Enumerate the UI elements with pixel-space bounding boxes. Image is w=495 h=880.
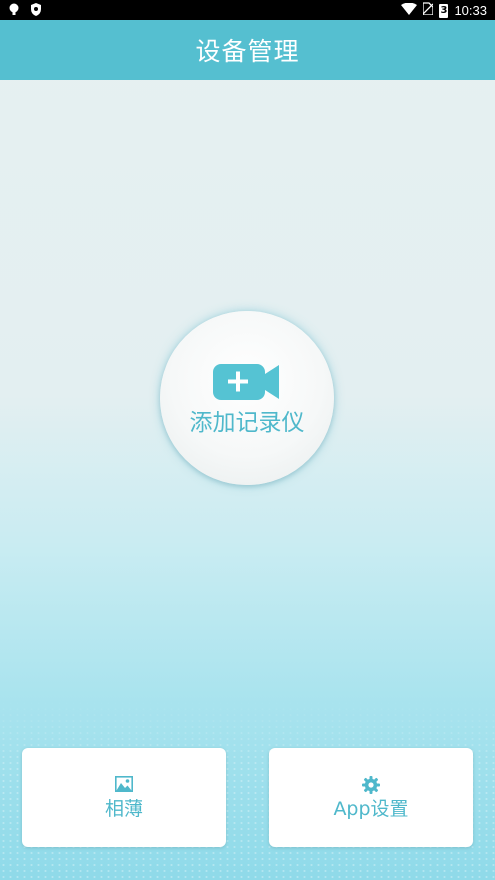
app-settings-button[interactable]: App设置 [269,748,473,847]
page-title: 设备管理 [195,37,300,66]
notification-icon [8,3,20,16]
status-time: 10:33 [454,3,487,18]
add-recorder-button[interactable]: 添加记录仪 [160,311,334,485]
title-bar: 设备管理 [0,20,495,80]
battery-icon: 3 [439,3,449,18]
no-sim-icon [422,2,435,19]
gear-icon [362,776,380,794]
add-recorder-label: 添加记录仪 [189,410,305,436]
video-camera-plus-icon [213,362,281,402]
image-icon [115,776,133,794]
album-button[interactable]: 相薄 [22,748,226,847]
app-settings-label: App设置 [333,798,409,820]
status-bar: 3 10:33 [0,0,495,20]
album-label: 相薄 [104,798,143,820]
wifi-icon [401,2,418,19]
shield-icon [30,3,42,16]
